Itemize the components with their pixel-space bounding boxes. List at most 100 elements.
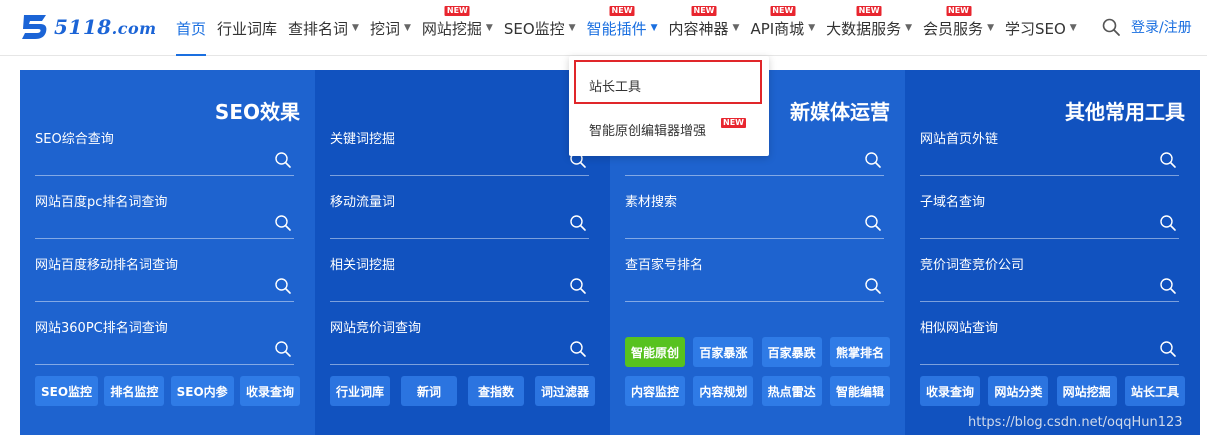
nav-item-site-mining[interactable]: NEW 网站挖掘 ▼ bbox=[422, 0, 493, 56]
nav-label: 行业词库 bbox=[217, 19, 278, 38]
nav-item-industry-lexicon[interactable]: 行业词库 bbox=[217, 0, 277, 56]
nav-item-mine-words[interactable]: 挖词 ▼ bbox=[370, 0, 411, 56]
tag-button[interactable]: 百家暴跌 bbox=[761, 337, 822, 367]
logo-text-main: 5118 bbox=[54, 15, 112, 39]
tag-row: SEO监控 排名监控 SEO内参 收录查询 bbox=[35, 376, 300, 406]
tag-button[interactable]: 新词 bbox=[401, 376, 457, 406]
main-nav: 首页 行业词库 查排名词 ▼ 挖词 ▼ NEW 网站挖掘 ▼ SEO监控 ▼ NEW 智能插… bbox=[176, 0, 1088, 56]
search-icon[interactable] bbox=[274, 340, 292, 358]
logo-text: 5118.com bbox=[54, 15, 157, 39]
nav-item-smart-plugins[interactable]: NEW 智能插件 ▼ bbox=[587, 0, 658, 56]
new-badge: NEW bbox=[721, 118, 746, 128]
tool-label: 网站360PC排名词查询 bbox=[35, 321, 168, 336]
tool-row[interactable]: 查百家号排名 bbox=[625, 254, 884, 302]
nav-item-rank-words[interactable]: 查排名词 ▼ bbox=[288, 0, 359, 56]
tool-row[interactable]: 子域名查询 bbox=[920, 191, 1179, 239]
caret-down-icon: ▼ bbox=[352, 23, 359, 33]
tag-button[interactable]: 内容规划 bbox=[693, 376, 754, 406]
tag-button[interactable]: 排名监控 bbox=[104, 376, 165, 406]
tool-label: 网站百度移动排名词查询 bbox=[35, 258, 179, 273]
search-icon[interactable] bbox=[569, 340, 587, 358]
login-register-link[interactable]: 登录/注册 bbox=[1131, 17, 1192, 37]
tool-row[interactable]: SEO综合查询 bbox=[35, 128, 294, 176]
new-badge: NEW bbox=[856, 6, 882, 16]
nav-item-membership[interactable]: NEW 会员服务 ▼ bbox=[923, 0, 994, 56]
site-logo[interactable]: 5118.com bbox=[18, 10, 157, 44]
tag-row: 行业词库 新词 查指数 词过滤器 bbox=[330, 376, 595, 406]
tool-row[interactable]: 网站竞价词查询 bbox=[330, 317, 589, 365]
tag-button[interactable]: 百家暴涨 bbox=[693, 337, 754, 367]
logo-mark-icon bbox=[22, 15, 47, 39]
search-icon[interactable] bbox=[864, 214, 882, 232]
new-badge: NEW bbox=[609, 6, 635, 16]
tag-button[interactable]: 收录查询 bbox=[920, 376, 981, 406]
nav-item-home[interactable]: 首页 bbox=[176, 0, 207, 56]
search-icon[interactable] bbox=[274, 214, 292, 232]
tag-button[interactable]: 智能编辑 bbox=[829, 376, 890, 406]
search-icon[interactable] bbox=[1159, 340, 1177, 358]
caret-down-icon: ▼ bbox=[732, 23, 740, 33]
nav-item-api-store[interactable]: NEW API商城 ▼ bbox=[750, 0, 815, 56]
caret-down-icon: ▼ bbox=[568, 23, 576, 33]
tool-label: SEO综合查询 bbox=[35, 132, 114, 147]
nav-item-seo-monitor[interactable]: SEO监控 ▼ bbox=[504, 0, 576, 56]
nav-item-learn-seo[interactable]: 学习SEO ▼ bbox=[1005, 0, 1077, 56]
tag-button[interactable]: SEO监控 bbox=[35, 376, 99, 406]
tool-label: 网站竞价词查询 bbox=[330, 321, 422, 336]
nav-label: 会员服务 bbox=[923, 19, 984, 38]
tool-row[interactable]: 竞价词查竞价公司 bbox=[920, 254, 1179, 302]
tool-row[interactable]: 关键词挖掘 bbox=[330, 128, 589, 176]
tag-button[interactable]: 收录查询 bbox=[239, 376, 300, 406]
search-icon[interactable] bbox=[569, 277, 587, 295]
search-icon[interactable] bbox=[274, 277, 292, 295]
search-icon[interactable] bbox=[864, 151, 882, 169]
search-icon[interactable] bbox=[569, 214, 587, 232]
smart-plugins-dropdown: 站长工具 智能原创编辑器增强 NEW bbox=[569, 56, 769, 156]
nav-item-big-data[interactable]: NEW 大数据服务 ▼ bbox=[826, 0, 912, 56]
tool-row[interactable]: 网站百度pc排名词查询 bbox=[35, 191, 294, 239]
nav-label: 网站挖掘 bbox=[421, 19, 482, 38]
tag-row: 内容监控 内容规划 热点雷达 智能编辑 bbox=[625, 376, 890, 406]
tool-row[interactable]: 网站360PC排名词查询 bbox=[35, 317, 294, 365]
tool-row[interactable]: 素材搜索 bbox=[625, 191, 884, 239]
tool-label: 素材搜索 bbox=[625, 195, 678, 210]
panel-seo-effect: SEO效果 SEO综合查询 网站百度pc排名词查询 网站百度移动排名词查询 网站… bbox=[20, 70, 315, 435]
tag-button[interactable]: 查指数 bbox=[467, 376, 524, 406]
search-icon[interactable] bbox=[1159, 277, 1177, 295]
new-badge: NEW bbox=[946, 6, 972, 16]
caret-down-icon: ▼ bbox=[905, 23, 913, 33]
search-icon[interactable] bbox=[1159, 214, 1177, 232]
tool-row[interactable]: 相关词挖掘 bbox=[330, 254, 589, 302]
tag-button[interactable]: 内容监控 bbox=[625, 376, 686, 406]
tool-row[interactable]: 相似网站查询 bbox=[920, 317, 1179, 365]
tag-button[interactable]: 热点雷达 bbox=[761, 376, 822, 406]
caret-down-icon: ▼ bbox=[403, 23, 411, 33]
tag-button-active[interactable]: 站长工具 bbox=[1124, 376, 1185, 406]
search-icon[interactable] bbox=[1159, 151, 1177, 169]
tool-row[interactable]: 网站百度移动排名词查询 bbox=[35, 254, 294, 302]
tag-button[interactable]: SEO内参 bbox=[170, 376, 234, 406]
tag-row: 收录查询 网站分类 网站挖掘 站长工具 bbox=[920, 376, 1185, 406]
tag-button-active[interactable]: 智能原创 bbox=[625, 337, 686, 367]
tag-button[interactable]: 网站分类 bbox=[988, 376, 1049, 406]
tool-row[interactable]: 网站首页外链 bbox=[920, 128, 1179, 176]
dropdown-item-webmaster-tools[interactable]: 站长工具 bbox=[589, 76, 641, 95]
tool-label: 查百家号排名 bbox=[625, 258, 704, 273]
caret-down-icon: ▼ bbox=[1069, 23, 1077, 33]
search-icon[interactable] bbox=[1101, 17, 1121, 37]
new-badge: NEW bbox=[444, 6, 470, 16]
dropdown-item-smart-editor[interactable]: 智能原创编辑器增强 bbox=[589, 120, 706, 139]
caret-down-icon: ▼ bbox=[650, 23, 658, 33]
tag-button[interactable]: 行业词库 bbox=[330, 376, 391, 406]
search-icon[interactable] bbox=[274, 151, 292, 169]
nav-item-content-tools[interactable]: NEW 内容神器 ▼ bbox=[669, 0, 740, 56]
tool-row[interactable]: 移动流量词 bbox=[330, 191, 589, 239]
tag-button[interactable]: 网站挖掘 bbox=[1056, 376, 1117, 406]
panel-title: 其他常用工具 bbox=[1065, 100, 1185, 124]
tool-label: 相关词挖掘 bbox=[330, 258, 396, 273]
search-icon[interactable] bbox=[864, 277, 882, 295]
tag-button[interactable]: 词过滤器 bbox=[534, 376, 595, 406]
nav-label: API商城 bbox=[750, 19, 805, 38]
tag-button[interactable]: 熊掌排名 bbox=[829, 337, 890, 367]
nav-label: 智能插件 bbox=[586, 19, 647, 38]
